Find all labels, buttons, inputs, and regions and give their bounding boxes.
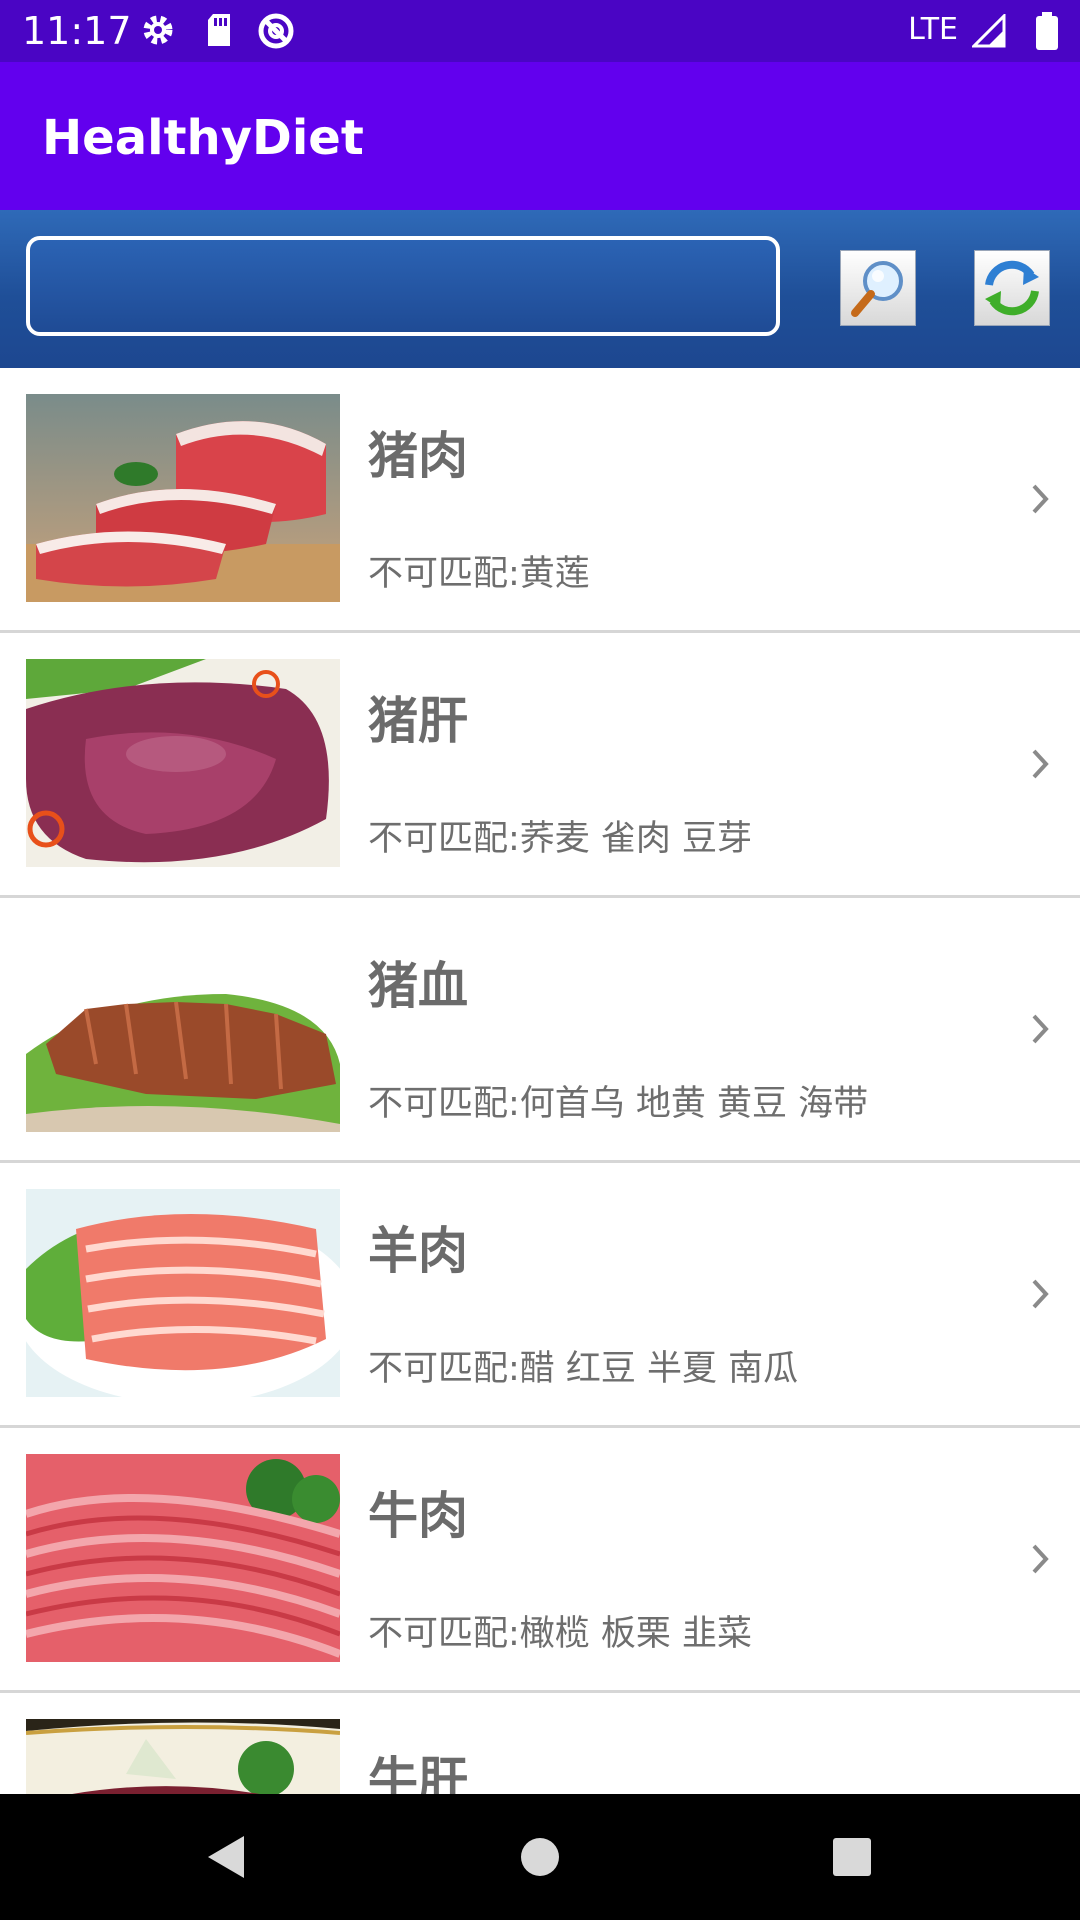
app-title: HealthyDiet bbox=[42, 110, 364, 166]
app-bar: HealthyDiet bbox=[0, 62, 1080, 210]
list-item[interactable]: 猪肉 不可匹配:黄莲 bbox=[0, 368, 1080, 633]
refresh-button[interactable] bbox=[974, 250, 1050, 326]
food-name: 羊肉 bbox=[368, 1222, 468, 1280]
pork-blood-image bbox=[26, 924, 340, 1132]
food-name: 猪血 bbox=[368, 957, 468, 1015]
magnifier-icon bbox=[851, 261, 903, 317]
pork-image bbox=[26, 394, 340, 602]
refresh-icon bbox=[985, 260, 1039, 316]
pork-liver-image bbox=[26, 659, 340, 867]
chevron-right-icon bbox=[1032, 749, 1049, 779]
food-conflict: 不可匹配:黄莲 bbox=[368, 554, 590, 594]
chevron-right-icon bbox=[1032, 484, 1049, 514]
food-conflict: 不可匹配:荞麦 雀肉 豆芽 bbox=[368, 819, 753, 859]
food-conflict: 不可匹配:醋 红豆 半夏 南瓜 bbox=[368, 1349, 799, 1389]
search-button[interactable] bbox=[840, 250, 916, 326]
network-label: LTE bbox=[908, 12, 958, 47]
navigation-bar bbox=[0, 1794, 1080, 1920]
search-bar bbox=[0, 210, 1080, 368]
search-input[interactable] bbox=[26, 236, 780, 336]
list-item[interactable]: 牛肝 bbox=[0, 1693, 1080, 1794]
food-conflict: 不可匹配:何首乌 地黄 黄豆 海带 bbox=[368, 1084, 869, 1124]
food-name: 牛肝 bbox=[368, 1752, 468, 1794]
sd-card-icon bbox=[208, 14, 230, 46]
no-sync-icon bbox=[258, 13, 294, 49]
status-bar: 11:17 LTE bbox=[0, 0, 1080, 62]
chevron-right-icon bbox=[1032, 1014, 1049, 1044]
chevron-right-icon bbox=[1032, 1544, 1049, 1574]
list-item[interactable]: 牛肉 不可匹配:橄榄 板栗 韭菜 bbox=[0, 1428, 1080, 1693]
list-item[interactable]: 猪肝 不可匹配:荞麦 雀肉 豆芽 bbox=[0, 633, 1080, 898]
beef-image bbox=[26, 1454, 340, 1662]
list-item[interactable]: 猪血 不可匹配:何首乌 地黄 黄豆 海带 bbox=[0, 898, 1080, 1163]
status-time: 11:17 bbox=[22, 9, 132, 53]
signal-icon bbox=[972, 14, 1006, 48]
mutton-image bbox=[26, 1189, 340, 1397]
food-list: 猪肉 不可匹配:黄莲 猪肝 不可匹配:荞麦 雀肉 豆芽 猪血 不可匹配:何首乌 … bbox=[0, 368, 1080, 1794]
home-icon[interactable] bbox=[518, 1835, 562, 1879]
food-name: 牛肉 bbox=[368, 1487, 468, 1545]
food-name: 猪肉 bbox=[368, 427, 468, 485]
food-conflict: 不可匹配:橄榄 板栗 韭菜 bbox=[368, 1614, 753, 1654]
food-name: 猪肝 bbox=[368, 692, 468, 750]
chevron-right-icon bbox=[1032, 1279, 1049, 1309]
list-item[interactable]: 羊肉 不可匹配:醋 红豆 半夏 南瓜 bbox=[0, 1163, 1080, 1428]
recents-icon[interactable] bbox=[830, 1835, 874, 1879]
gear-icon bbox=[143, 15, 173, 45]
battery-icon bbox=[1036, 12, 1058, 50]
back-icon[interactable] bbox=[202, 1832, 248, 1882]
beef-liver-image bbox=[26, 1719, 340, 1794]
